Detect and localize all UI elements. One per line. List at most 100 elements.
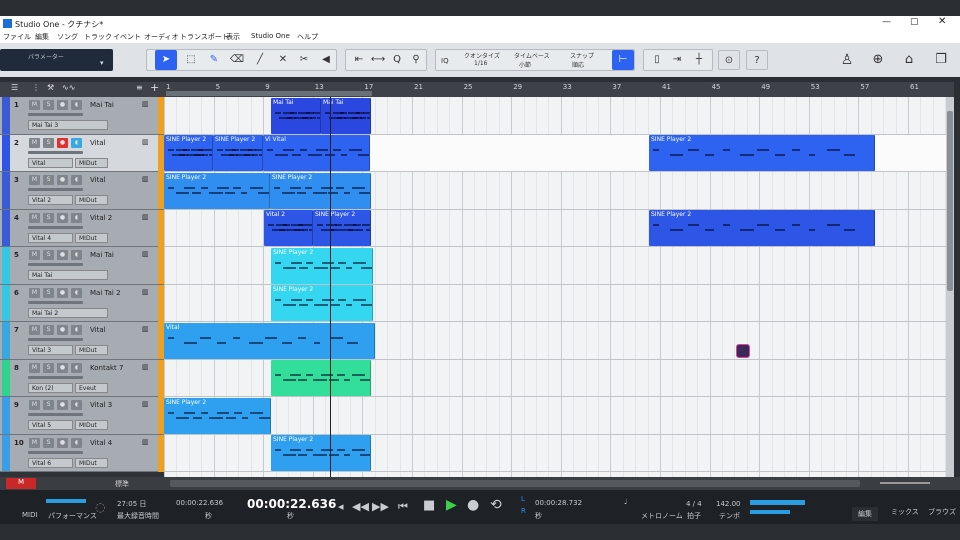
timeline-ruler[interactable]: 1 5 9 13 17 21 25 29 33 37 41 45 49 53 57 61	[164, 82, 954, 97]
chevron-down-icon[interactable]: ▾	[100, 59, 104, 67]
menu-item[interactable]: トラック	[84, 32, 112, 42]
user-icon[interactable]: ♙	[836, 50, 858, 70]
mute-tool-icon[interactable]: ✕	[272, 50, 294, 70]
event-clip[interactable]: SINE Player 2	[313, 210, 371, 246]
instrument-select[interactable]: Mai Tai	[28, 270, 108, 280]
solo-button[interactable]: S	[43, 400, 54, 410]
mute-button[interactable]: M	[29, 137, 40, 148]
follow-icon[interactable]: ⇥	[666, 50, 688, 70]
track-name[interactable]: Vital 3	[90, 401, 112, 409]
event-clip[interactable]: Vital 2	[264, 210, 313, 246]
monitor-button[interactable]: ◖	[71, 287, 82, 298]
track-header[interactable]: 6 M S ● ◖ Mai Tai 2 ▥ Mai Tai 2	[0, 284, 164, 322]
menu-item[interactable]: 編集	[35, 32, 49, 42]
mute-button[interactable]: M	[29, 400, 40, 410]
event-clip[interactable]: SINE Player 2	[164, 135, 213, 171]
loop-icon-small[interactable]: ◂	[338, 500, 344, 513]
instrument-select[interactable]: Vital 3	[28, 345, 73, 355]
event-clip[interactable]: SINE Player 2	[164, 172, 270, 209]
quantize-value[interactable]: 1/16	[474, 60, 487, 67]
track-name[interactable]: Kontakt 7	[90, 364, 123, 372]
record-arm-button[interactable]: ●	[57, 137, 68, 148]
vertical-scrollbar[interactable]	[946, 97, 954, 477]
track-name[interactable]: Vital	[90, 176, 106, 184]
track-header[interactable]: 1 M S ● ◖ Mai Tai ▥ Mai Tai 3	[0, 97, 164, 135]
instrument-select[interactable]: Vital	[28, 157, 73, 168]
solo-button[interactable]: S	[43, 212, 54, 223]
track-name[interactable]: Mai Tai 2	[90, 289, 121, 297]
arrangement-view[interactable]: Mai Tai Mai Tai SINE Player 2 SINE Player 2…	[164, 97, 946, 477]
mute-button[interactable]: M	[29, 212, 40, 223]
solo-button[interactable]: S	[43, 325, 54, 335]
instrument-select[interactable]: Mai Tai 2	[28, 307, 108, 318]
track-header[interactable]: 5 M S ● ◖ Mai Tai ▥ Mai Tai	[0, 247, 164, 285]
add-track-icon[interactable]: +	[150, 81, 159, 94]
volume-fader[interactable]	[28, 338, 83, 341]
record-arm-button[interactable]: ●	[57, 175, 68, 185]
volume-fader[interactable]	[28, 113, 83, 116]
rewind-icon[interactable]: ◀◀	[352, 500, 369, 513]
loop-time[interactable]: 00:00:28.732	[535, 499, 582, 507]
instrument-select[interactable]: Vital 4	[28, 232, 73, 243]
inspector-icon[interactable]: ⋮	[32, 83, 40, 92]
solo-button[interactable]: S	[43, 100, 54, 110]
record-arm-button[interactable]: ●	[57, 362, 68, 373]
record-arm-button[interactable]: ●	[57, 437, 68, 448]
listen-tool-icon[interactable]: ◀	[315, 50, 337, 70]
mute-button[interactable]: M	[29, 437, 40, 448]
mute-button[interactable]: M	[29, 287, 40, 298]
volume-fader[interactable]	[28, 450, 83, 454]
track-name[interactable]: Vital	[90, 326, 106, 334]
monitor-button[interactable]: ◖	[71, 175, 82, 185]
track-name[interactable]: Vital 4	[90, 439, 112, 447]
monitor-button[interactable]: ◖	[71, 400, 82, 410]
volume-fader[interactable]	[28, 375, 83, 379]
marker-icon[interactable]: ┼	[688, 50, 710, 70]
track-name[interactable]: Vital	[90, 139, 106, 147]
metronome-icon[interactable]: ♩	[624, 498, 627, 506]
snap-value[interactable]: 順応	[572, 60, 584, 69]
event-clip[interactable]: Vi Vital	[263, 135, 370, 171]
plugin-icon[interactable]: ⊕	[867, 50, 889, 70]
automation-icon[interactable]: ∿∿	[62, 83, 75, 92]
volume-fader[interactable]	[28, 263, 83, 266]
event-clip[interactable]: SINE Player 2	[649, 210, 875, 246]
monitor-button[interactable]: ◖	[71, 137, 82, 148]
volume-fader[interactable]	[28, 413, 83, 416]
minimize-icon[interactable]: —	[882, 17, 891, 27]
record-arm-button[interactable]: ●	[57, 400, 68, 410]
horizontal-scrollbar[interactable]	[170, 480, 860, 487]
menu-item[interactable]: ソング	[57, 32, 78, 42]
event-clip[interactable]: SINE Player 2	[649, 135, 875, 171]
track-name[interactable]: Vital 2	[90, 214, 112, 222]
to-start-icon[interactable]: ⏮	[398, 500, 408, 514]
timebase-value[interactable]: 小節	[519, 60, 531, 69]
scroll-thumb[interactable]	[947, 111, 953, 291]
help-button[interactable]: ?	[746, 50, 768, 70]
grid-icon[interactable]: ▯	[646, 50, 668, 70]
wrench-icon[interactable]: ⚒	[47, 83, 54, 92]
volume-fader[interactable]	[28, 225, 83, 229]
mute-button[interactable]: M	[29, 325, 40, 335]
instrument-select[interactable]: Vital 6	[28, 457, 73, 468]
mute-button[interactable]: M	[29, 362, 40, 373]
menu-icon[interactable]: ≡	[136, 83, 143, 92]
track-name[interactable]: Mai Tai	[90, 251, 114, 259]
solo-button[interactable]: S	[43, 437, 54, 448]
event-clip[interactable]: SINE Player 2	[164, 397, 271, 434]
track-name[interactable]: Mai Tai	[90, 101, 114, 109]
pencil-tool-icon[interactable]: ✎	[203, 50, 225, 70]
output-select[interactable]: MIDut	[75, 195, 108, 205]
event-clip[interactable]: Mai Tai	[271, 97, 321, 134]
stop-icon[interactable]: ■	[423, 498, 435, 513]
volume-fader[interactable]	[28, 300, 83, 304]
record-arm-button[interactable]: ●	[57, 287, 68, 298]
panel-icon[interactable]: ❐	[930, 50, 952, 70]
output-select[interactable]: MIDut	[75, 157, 108, 168]
time-signature[interactable]: 4 / 4	[686, 500, 702, 508]
list-icon[interactable]: ☰	[11, 83, 18, 92]
maximize-icon[interactable]: ▢	[910, 17, 919, 27]
event-clip[interactable]: SINE Player 2	[213, 135, 263, 171]
record-arm-button[interactable]: ●	[57, 250, 68, 260]
output-select[interactable]: Eveut	[75, 382, 108, 393]
